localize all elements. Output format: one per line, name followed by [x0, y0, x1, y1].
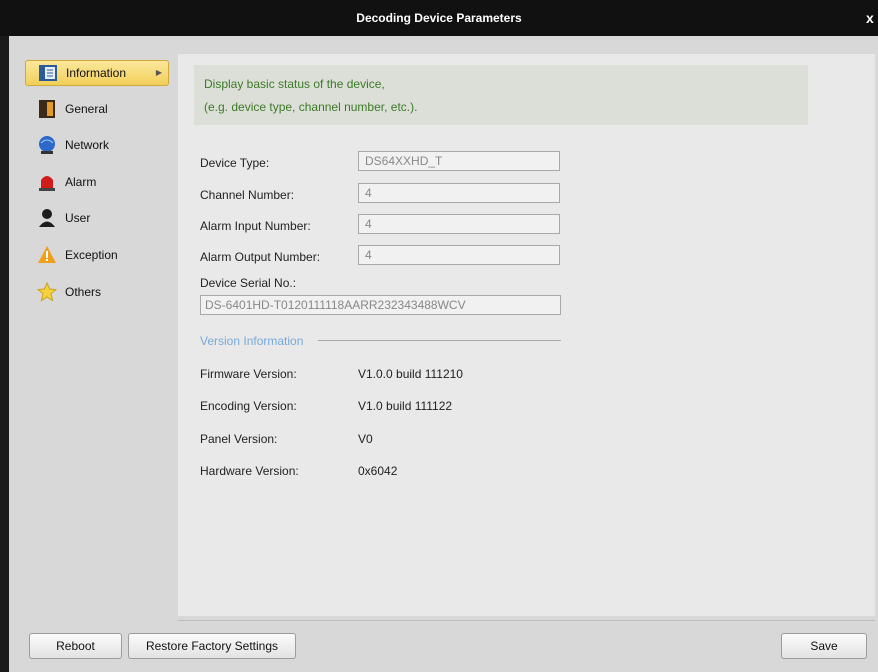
channel-number-field[interactable]: 4 [358, 183, 560, 203]
sidebar-item-label: User [65, 211, 91, 225]
firmware-version-label: Firmware Version: [200, 367, 297, 381]
alarm-output-number-label: Alarm Output Number: [200, 250, 321, 264]
sidebar-item-label: Others [65, 285, 102, 299]
window-title: Decoding Device Parameters [356, 11, 522, 25]
title-bar: Decoding Device Parameters x [0, 0, 878, 36]
device-serial-field[interactable]: DS-6401HD-T0120111118AARR232343488WCV [200, 295, 561, 315]
footer-divider [178, 620, 875, 621]
device-serial-label: Device Serial No.: [200, 276, 297, 290]
general-icon [37, 99, 57, 119]
info-description-line: Display basic status of the device, [204, 77, 385, 91]
version-information-header: Version Information [200, 334, 304, 348]
panel-version-label: Panel Version: [200, 432, 278, 446]
sidebar-item-label: Information [66, 66, 127, 80]
info-description-line: (e.g. device type, channel number, etc.)… [204, 100, 418, 114]
hardware-version-label: Hardware Version: [200, 464, 299, 478]
sidebar-item-exception[interactable]: Exception [25, 242, 169, 268]
firmware-version-value: V1.0.0 build 111210 [358, 367, 463, 381]
restore-factory-settings-button[interactable]: Restore Factory Settings [128, 633, 296, 659]
sidebar-item-label: Network [65, 138, 110, 152]
sidebar-item-network[interactable]: Network [25, 132, 169, 158]
user-icon [37, 208, 57, 228]
reboot-button[interactable]: Reboot [29, 633, 122, 659]
channel-number-label: Channel Number: [200, 188, 295, 202]
dialog-body: Information ▶ General Network Alarm User… [9, 36, 878, 672]
hardware-version-value: 0x6042 [358, 464, 398, 478]
alarm-output-number-field[interactable]: 4 [358, 245, 560, 265]
exception-icon [37, 245, 57, 265]
others-icon [37, 282, 57, 302]
info-description-box: Display basic status of the device, (e.g… [194, 65, 808, 125]
panel-version-value: V0 [358, 432, 373, 446]
device-type-field[interactable]: DS64XXHD_T [358, 151, 560, 171]
close-button[interactable]: x [866, 9, 878, 27]
alarm-input-number-label: Alarm Input Number: [200, 219, 311, 233]
device-type-label: Device Type: [200, 156, 270, 170]
sidebar-item-information[interactable]: Information ▶ [25, 60, 169, 86]
sidebar-item-user[interactable]: User [25, 205, 169, 231]
version-divider [318, 340, 561, 341]
save-button[interactable]: Save [781, 633, 867, 659]
information-panel: Display basic status of the device, (e.g… [178, 54, 875, 616]
encoding-version-label: Encoding Version: [200, 399, 297, 413]
information-icon [38, 63, 58, 83]
sidebar-item-label: Exception [65, 248, 118, 262]
encoding-version-value: V1.0 build 111122 [358, 399, 453, 413]
network-icon [37, 135, 57, 155]
sidebar-item-label: General [65, 102, 108, 116]
sidebar-item-alarm[interactable]: Alarm [25, 169, 169, 195]
chevron-right-icon: ▶ [155, 68, 162, 77]
alarm-input-number-field[interactable]: 4 [358, 214, 560, 234]
sidebar-item-general[interactable]: General [25, 96, 169, 122]
alarm-icon [37, 172, 57, 192]
sidebar-item-label: Alarm [65, 175, 97, 189]
sidebar: Information ▶ General Network Alarm User… [9, 36, 177, 616]
sidebar-item-others[interactable]: Others [25, 279, 169, 305]
